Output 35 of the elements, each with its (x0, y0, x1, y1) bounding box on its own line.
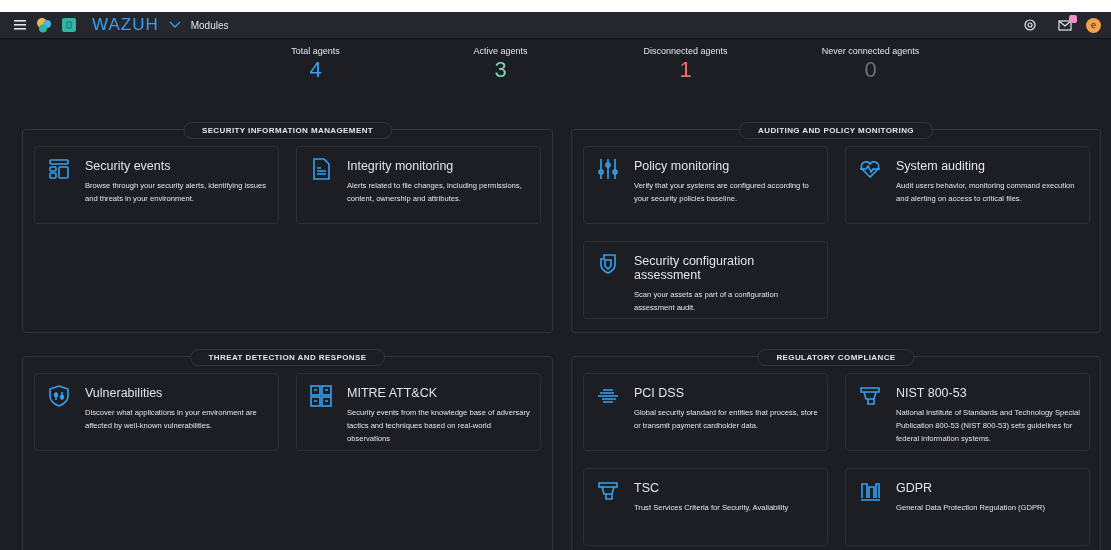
card-title: GDPR (896, 481, 934, 495)
sliders-icon (596, 157, 620, 181)
card-title: PCI DSS (634, 386, 685, 400)
card-title: Policy monitoring (634, 159, 731, 173)
card-title: Integrity monitoring (347, 159, 455, 173)
card-title: Security configuration assessment (634, 254, 756, 282)
menu-icon[interactable] (14, 20, 26, 30)
stat-label: Active agents (473, 46, 528, 56)
card-title: Vulnerabilities (85, 386, 164, 400)
stacked-boxes-icon (858, 384, 882, 408)
grid-icon (309, 384, 333, 408)
card-title: TSC (634, 481, 660, 495)
app-logo-icon[interactable] (36, 17, 52, 33)
shield-icon (47, 384, 71, 408)
user-avatar[interactable]: e (1086, 17, 1101, 33)
stacked-boxes-icon (596, 479, 620, 503)
stat-label: Total agents (291, 46, 340, 56)
stat-label: Disconnected agents (643, 46, 728, 56)
section-title: AUDITING AND POLICY MONITORING (739, 122, 933, 139)
card-title: System auditing (896, 159, 986, 173)
section-title: SECURITY INFORMATION MANAGEMENT (182, 122, 393, 139)
mail-icon[interactable] (1058, 19, 1072, 31)
wazuh-logo[interactable]: WAZUH (92, 15, 159, 35)
stat-value[interactable]: 3 (494, 57, 507, 83)
section-title: REGULATORY COMPLIANCE (757, 349, 915, 366)
stat-label: Never connected agents (821, 46, 920, 56)
layout-icon (47, 157, 71, 181)
section-title: THREAT DETECTION AND RESPONSE (189, 349, 386, 366)
card-title: NIST 800-53 (896, 386, 968, 400)
stat-value[interactable]: 1 (679, 57, 692, 83)
card-title: MITRE ATT&CK (347, 386, 439, 400)
stat-value[interactable]: 4 (309, 57, 322, 83)
card-title: Security events (85, 159, 172, 173)
chevron-down-icon[interactable] (168, 21, 181, 29)
breadcrumb[interactable]: Modules (190, 19, 229, 31)
